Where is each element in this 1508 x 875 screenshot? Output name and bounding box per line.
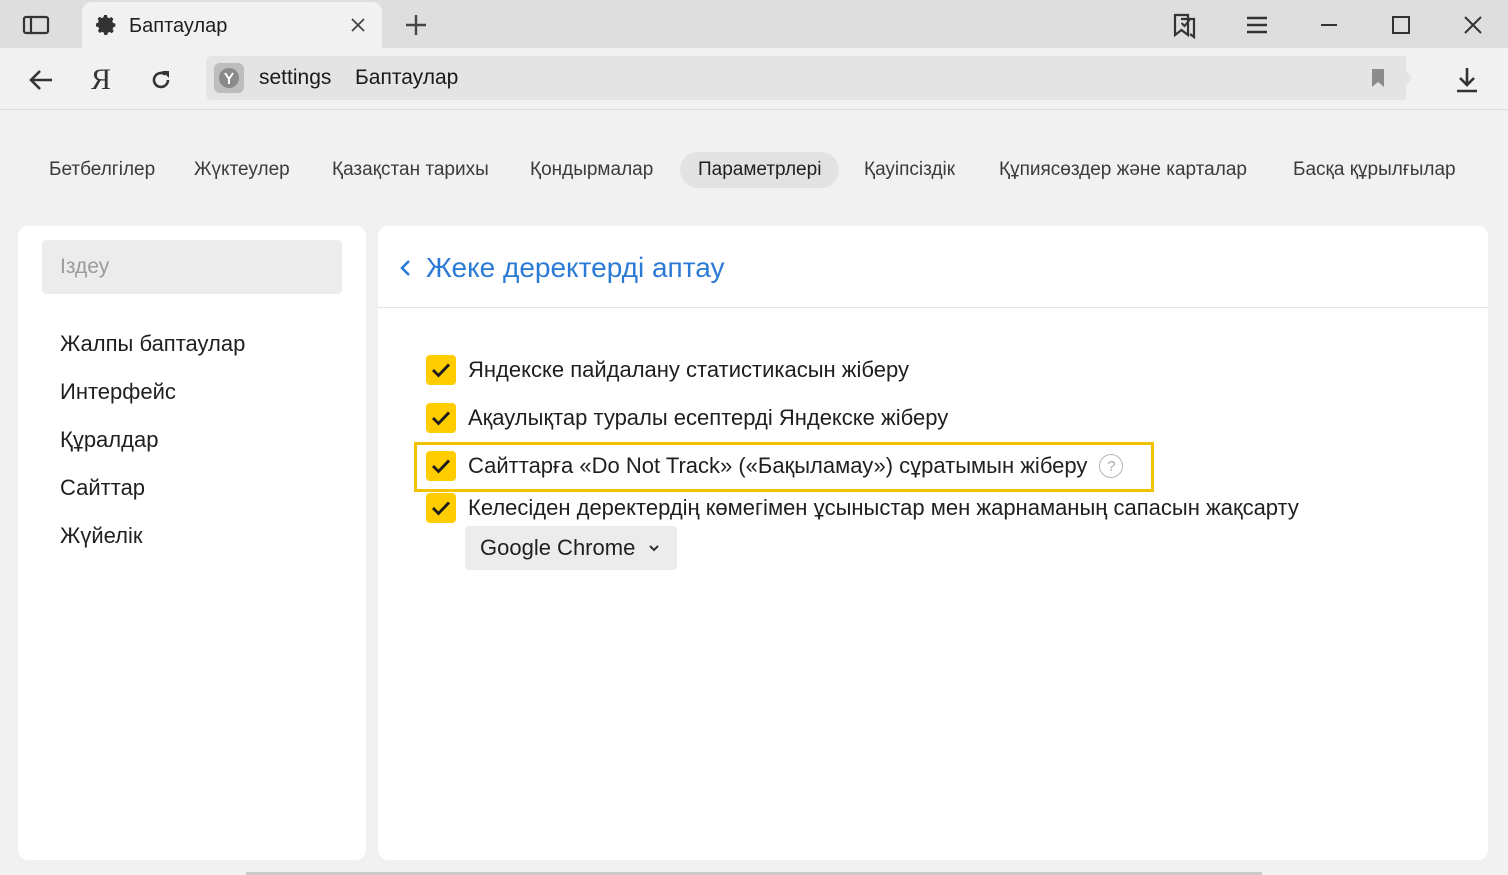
tab-extensions[interactable]: Қондырмалар xyxy=(512,152,671,188)
option-label: Ақаулықтар туралы есептерді Яндекске жіб… xyxy=(468,405,949,430)
checkmark-icon xyxy=(432,411,451,426)
tab-passwords-and-cards[interactable]: Құпиясөздер және карталар xyxy=(981,152,1265,188)
tab-other-devices[interactable]: Басқа құрылғылар xyxy=(1275,152,1474,188)
sidebar-item-interface[interactable]: Интерфейс xyxy=(60,379,176,405)
site-badge-icon xyxy=(214,63,244,93)
option-improve-ads: Келесіден деректердің көмегімен ұсыныста… xyxy=(426,491,1299,525)
new-tab-plus-icon[interactable] xyxy=(399,8,433,42)
settings-content: Жеке деректерді аптау Яндекске пайдалану… xyxy=(378,226,1488,860)
tab-settings[interactable]: Параметрлері xyxy=(680,152,840,188)
sidebar-item-general[interactable]: Жалпы баптаулар xyxy=(60,331,245,357)
maximize-icon[interactable] xyxy=(1384,8,1418,42)
address-bar[interactable]: settings Баптаулар xyxy=(206,56,1406,100)
option-crash-reports: Ақаулықтар туралы есептерді Яндекске жіб… xyxy=(426,401,948,435)
checkbox-do-not-track[interactable] xyxy=(426,451,456,481)
active-tab[interactable]: Баптаулар xyxy=(82,2,382,48)
option-do-not-track: Сайттарға «Do Not Track» («Бақыламау») с… xyxy=(426,449,1124,483)
close-icon[interactable] xyxy=(348,15,368,35)
select-value: Google Chrome xyxy=(480,535,636,560)
yandex-button[interactable]: Я xyxy=(84,63,118,97)
sidebar-item-sites[interactable]: Сайттар xyxy=(60,475,145,501)
tab-security[interactable]: Қауіпсіздік xyxy=(846,152,973,188)
search-input[interactable] xyxy=(42,240,342,294)
tab-bookmarks[interactable]: Бетбелгілер xyxy=(31,152,173,188)
help-question-icon[interactable]: ? xyxy=(1099,454,1124,478)
option-label: Келесіден деректердің көмегімен ұсыныста… xyxy=(468,495,1299,520)
option-label: Яндекске пайдалану статистикасын жіберу xyxy=(468,357,909,382)
gear-icon xyxy=(94,13,118,37)
checkbox-usage-stats[interactable] xyxy=(426,355,456,385)
window-close-icon[interactable] xyxy=(1456,8,1490,42)
chevron-down-icon xyxy=(649,545,659,552)
settings-category-nav: Бетбелгілер Жүктеулер Қазақстан тарихы Қ… xyxy=(0,152,1508,192)
back-arrow-icon[interactable] xyxy=(24,63,58,97)
chevron-left-icon[interactable] xyxy=(396,256,416,280)
page-title[interactable]: Жеке деректерді аптау xyxy=(426,252,724,284)
checkmark-icon xyxy=(432,459,451,474)
checkmark-icon xyxy=(432,363,451,378)
browser-toolbar: Я settings Баптаулар xyxy=(0,48,1508,110)
sidebar-item-tools[interactable]: Құралдар xyxy=(60,427,158,453)
title-bar: Баптаулар xyxy=(0,0,1508,48)
checkbox-improve-ads[interactable] xyxy=(426,493,456,523)
option-label: Сайттарға «Do Not Track» («Бақыламау») с… xyxy=(468,453,1088,478)
sidebar-panel-icon[interactable] xyxy=(19,8,53,42)
checkbox-crash-reports[interactable] xyxy=(426,403,456,433)
url-page-title: Баптаулар xyxy=(355,66,459,89)
bookmark-flag-icon[interactable] xyxy=(1368,68,1388,88)
divider xyxy=(378,307,1488,308)
tab-downloads[interactable]: Жүктеулер xyxy=(176,152,308,188)
checkmark-icon xyxy=(432,501,451,516)
download-icon[interactable] xyxy=(1450,63,1484,97)
url-host: settings xyxy=(259,66,332,89)
option-usage-stats: Яндекске пайдалану статистикасын жіберу xyxy=(426,353,909,387)
sidebar-item-system[interactable]: Жүйелік xyxy=(60,523,142,549)
address-bar-end xyxy=(1394,56,1412,100)
menu-hamburger-icon[interactable] xyxy=(1240,8,1274,42)
tab-title: Баптаулар xyxy=(129,15,228,37)
browser-source-select[interactable]: Google Chrome xyxy=(465,526,677,570)
settings-sidebar: Жалпы баптаулар Интерфейс Құралдар Сайтт… xyxy=(18,226,366,860)
bookmarks-panel-icon[interactable] xyxy=(1167,8,1201,42)
tab-history[interactable]: Қазақстан тарихы xyxy=(314,152,507,188)
minimize-icon[interactable] xyxy=(1312,8,1346,42)
reload-icon[interactable] xyxy=(144,63,178,97)
yandex-logo: Я xyxy=(90,63,111,96)
